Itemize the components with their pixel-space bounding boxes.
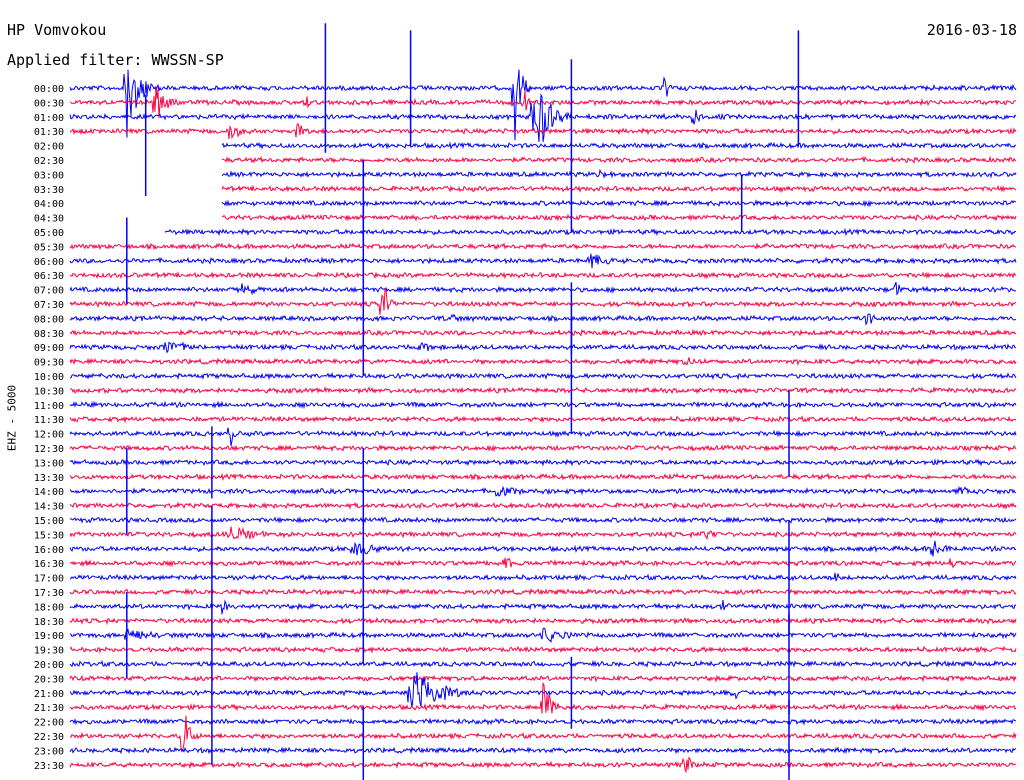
- time-label: 10:30: [34, 386, 64, 397]
- trace-row: [221, 155, 1017, 164]
- trace-row: [221, 213, 1017, 222]
- time-label: 23:00: [34, 746, 64, 757]
- trace-row: [221, 168, 1017, 179]
- time-label: 06:30: [34, 271, 64, 282]
- time-label: 20:30: [34, 674, 64, 685]
- time-label: 21:30: [34, 703, 64, 714]
- trace-row: [69, 313, 1016, 326]
- trace-row: [69, 357, 1017, 366]
- trace-row: [69, 270, 1017, 280]
- time-label: 08:00: [34, 314, 64, 325]
- time-label: 03:00: [34, 170, 64, 181]
- time-label: 23:30: [34, 761, 64, 772]
- time-label: 07:30: [34, 300, 64, 311]
- time-label: 04:00: [34, 199, 64, 210]
- time-label: 19:00: [34, 631, 64, 642]
- trace-row: [69, 242, 1017, 251]
- time-label: 08:30: [34, 329, 64, 340]
- trace-row: [221, 184, 1017, 194]
- time-label: 22:30: [34, 732, 64, 743]
- trace-row: [69, 400, 1017, 410]
- time-label: 00:30: [34, 98, 64, 109]
- trace-row: [69, 386, 1017, 395]
- trace-row: [69, 281, 1017, 296]
- time-label: 21:00: [34, 689, 64, 700]
- trace-row: [69, 253, 1017, 269]
- time-label: 03:30: [34, 185, 64, 196]
- time-label: 06:00: [34, 257, 64, 268]
- time-label: 14:00: [34, 487, 64, 498]
- time-label: 12:00: [34, 430, 64, 441]
- trace-row: [221, 141, 1017, 150]
- time-label: 01:00: [34, 113, 64, 124]
- time-label: 02:00: [34, 142, 64, 153]
- trace-row: [69, 328, 1017, 337]
- seismogram-plot: 00:00 00:30 01:00 01:30 02:00 02:30 03:00 03:30…: [34, 23, 1017, 780]
- time-label: 01:30: [34, 127, 64, 138]
- time-label: 22:00: [34, 718, 64, 729]
- time-label: 05:00: [34, 228, 64, 239]
- time-label: 19:30: [34, 646, 64, 657]
- time-label: 17:00: [34, 574, 64, 585]
- time-label: 16:00: [34, 545, 64, 556]
- trace-row: [69, 414, 1017, 424]
- time-label: 04:30: [34, 214, 64, 225]
- time-label: 20:00: [34, 660, 64, 671]
- time-label: 15:00: [34, 516, 64, 527]
- trace-row: [164, 227, 1016, 237]
- time-label: 14:30: [34, 502, 64, 513]
- trace-row: [69, 341, 1017, 354]
- time-label: 16:30: [34, 559, 64, 570]
- time-label: 02:30: [34, 156, 64, 167]
- time-label: 13:00: [34, 458, 64, 469]
- trace-row: [69, 371, 1017, 381]
- time-label: 00:00: [34, 84, 64, 95]
- time-label: 18:00: [34, 602, 64, 613]
- time-label: 07:00: [34, 286, 64, 297]
- time-label: 17:30: [34, 588, 64, 599]
- time-label: 10:00: [34, 372, 64, 383]
- time-label: 18:30: [34, 617, 64, 628]
- trace-row: [221, 199, 1017, 208]
- trace-row: [69, 287, 1017, 315]
- time-label: 11:30: [34, 415, 64, 426]
- trace-row: [69, 86, 1017, 119]
- time-label: 09:30: [34, 358, 64, 369]
- time-label: 13:30: [34, 473, 64, 484]
- time-label: 12:30: [34, 444, 64, 455]
- time-label: 05:30: [34, 242, 64, 253]
- time-label: 11:00: [34, 401, 64, 412]
- time-label: 15:30: [34, 530, 64, 541]
- time-label: 09:00: [34, 343, 64, 354]
